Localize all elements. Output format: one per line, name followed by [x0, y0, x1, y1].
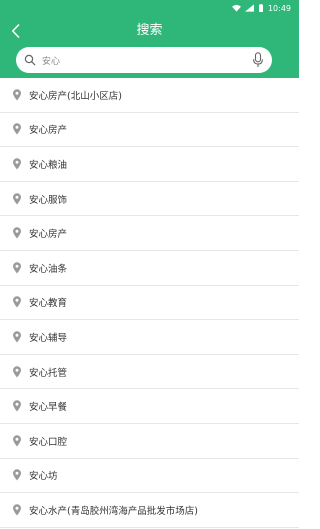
list-item[interactable]: 安心房产 [0, 216, 299, 251]
location-pin-icon [13, 365, 21, 378]
list-item-label: 安心辅导 [29, 332, 68, 344]
location-pin-icon [13, 469, 21, 481]
list-item[interactable]: 安心坊 [0, 459, 299, 494]
list-item[interactable]: 安心口腔 [0, 424, 299, 459]
search-input[interactable] [36, 50, 252, 70]
list-item[interactable]: 安心辅导 [0, 320, 299, 355]
list-item-label: 安心服饰 [29, 194, 68, 206]
microphone-icon[interactable] [252, 52, 264, 68]
list-item[interactable]: 安心水产(青岛胶州湾海产品批发市场店) [0, 493, 299, 528]
location-pin-icon [13, 262, 21, 274]
list-item-label: 安心早餐 [29, 402, 68, 414]
status-time: 10:49 [267, 3, 291, 13]
location-pin-icon [13, 331, 21, 343]
search-icon [24, 54, 36, 66]
wifi-icon [231, 4, 241, 12]
list-item[interactable]: 安心服饰 [0, 182, 299, 217]
list-item[interactable]: 安心早餐 [0, 389, 299, 424]
search-results-list: 安心房产(北山小区店) 安心房产 安心粮油 安心服饰 安心房产 安心油条 安心教… [0, 78, 299, 529]
list-item-label: 安心油条 [29, 263, 68, 275]
list-item[interactable]: 安心教育 [0, 286, 299, 321]
location-pin-icon [13, 296, 21, 308]
list-item-label: 安心房产(北山小区店) [29, 90, 122, 102]
location-pin-icon [13, 192, 21, 205]
status-bar: 10:49 [0, 0, 299, 16]
list-item-label: 安心粮油 [29, 159, 68, 171]
location-pin-icon [13, 400, 21, 412]
location-pin-icon [13, 89, 21, 101]
list-item[interactable]: 安心粮油 [0, 147, 299, 182]
location-pin-icon [13, 504, 21, 516]
list-item[interactable]: 安心房产 [0, 113, 299, 148]
location-pin-icon [13, 227, 21, 239]
list-item-label: 安心水产(青岛胶州湾海产品批发市场店) [29, 505, 198, 517]
battery-icon [258, 4, 263, 12]
location-pin-icon [13, 158, 21, 170]
list-item-label: 安心教育 [29, 298, 68, 310]
signal-icon [244, 4, 254, 12]
location-pin-icon [13, 123, 21, 135]
list-item[interactable]: 安心托管 [0, 355, 299, 390]
header: 搜索 [0, 16, 299, 78]
list-item-label: 安心口腔 [29, 436, 68, 448]
location-pin-icon [13, 435, 21, 447]
search-box[interactable] [16, 47, 272, 73]
list-item[interactable]: 安心油条 [0, 251, 299, 286]
list-item[interactable]: 安心房产(北山小区店) [0, 78, 299, 113]
list-item-label: 安心房产 [29, 229, 68, 241]
list-item-label: 安心房产 [29, 125, 68, 137]
list-item-label: 安心托管 [29, 367, 68, 379]
app-screen: 10:49 搜索 安心房产(北山小区店) [0, 0, 299, 529]
list-item-label: 安心坊 [29, 471, 58, 483]
page-title: 搜索 [136, 23, 163, 38]
